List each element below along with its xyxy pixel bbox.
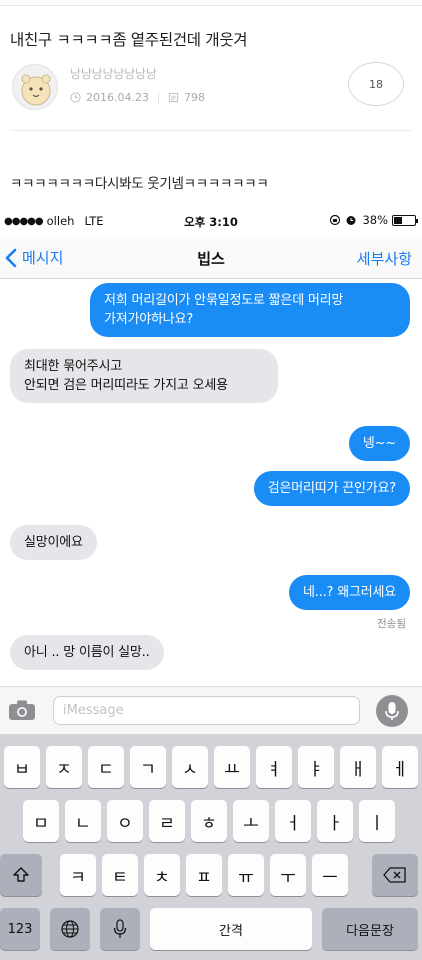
battery-icon — [392, 214, 418, 226]
key[interactable]: ㅔ — [382, 746, 418, 788]
post-body-text: ㅋㅋㅋㅋㅋㅋㅋ다시봐도 웃기넴ㅋㅋㅋㅋㅋㅋㅋ — [10, 176, 269, 192]
key[interactable]: ㅅ — [172, 746, 208, 788]
alarm-icon — [346, 216, 356, 225]
rotation-lock-icon — [330, 214, 341, 226]
key[interactable]: ㅊ — [144, 854, 180, 896]
key[interactable]: ㅎ — [191, 800, 227, 842]
battery-percent: 38% — [362, 213, 388, 227]
key[interactable]: ㅁ — [23, 800, 59, 842]
author-name[interactable]: 낭낭낭낭낭낭낭낭 — [70, 65, 157, 82]
message-text: 실망이에요 — [24, 535, 83, 550]
cartoon-avatar-icon[interactable] — [12, 64, 58, 110]
document-icon — [168, 92, 179, 103]
message-bubble-sent[interactable]: 검은머리띠가 끈인가요? — [253, 471, 410, 506]
conversation-nav-bar: 메시지 빕스 세부사항 — [0, 237, 422, 279]
key[interactable]: ㅓ — [275, 800, 311, 842]
status-right: 38% — [329, 213, 418, 227]
message-text: 안되면 검은 머리띠라도 가지고 오세용 — [24, 378, 228, 393]
key[interactable]: ㅐ — [340, 746, 376, 788]
status-bar: ●●●●● olleh LTE 오후 3:10 38% — [0, 209, 422, 233]
key[interactable]: ㅗ — [233, 800, 269, 842]
key[interactable]: ㄱ — [130, 746, 166, 788]
key[interactable]: ㅌ — [102, 854, 138, 896]
message-list: 저희 머리길이가 안묶일정도로 짧은데 머리망 가져가야하나요? 최대한 묶어주… — [0, 279, 422, 687]
next-sentence-key[interactable]: 다음문장 — [322, 908, 418, 950]
microphone-icon[interactable] — [376, 695, 408, 727]
message-text: 최대한 묶어주시고 — [24, 359, 123, 374]
message-text: 아니 .. 망 이름이 실망.. — [24, 645, 150, 660]
details-button[interactable]: 세부사항 — [357, 248, 412, 269]
globe-icon[interactable] — [50, 908, 90, 950]
key[interactable]: ㄷ — [88, 746, 124, 788]
key[interactable]: ㅠ — [228, 854, 264, 896]
messages-screenshot: ●●●●● olleh LTE 오후 3:10 38% 메시지 빕스 세부사항 … — [0, 209, 422, 960]
camera-icon[interactable] — [8, 699, 36, 721]
message-bubble-received[interactable]: 최대한 묶어주시고 안되면 검은 머리띠라도 가지고 오세용 — [10, 349, 278, 403]
author-row: 낭낭낭낭낭낭낭낭 2016.04.23 798 18 — [10, 62, 412, 116]
key[interactable]: ㄹ — [149, 800, 185, 842]
key[interactable]: ㅋ — [60, 854, 96, 896]
key[interactable]: ㅇ — [107, 800, 143, 842]
key[interactable]: ㅍ — [186, 854, 222, 896]
clock-icon — [70, 92, 81, 103]
delivered-status: 전송됨 — [377, 618, 406, 630]
message-text: 검은머리띠가 끈인가요? — [267, 481, 396, 496]
post-meta: 2016.04.23 798 — [70, 91, 205, 104]
numbers-key[interactable]: 123 — [0, 908, 40, 950]
message-text: 저희 머리길이가 안묶일정도로 짧은데 머리망 — [104, 293, 344, 308]
message-bubble-sent[interactable]: 저희 머리길이가 안묶일정도로 짧은데 머리망 가져가야하나요? — [90, 283, 410, 337]
dictation-microphone-icon[interactable] — [100, 908, 140, 950]
key[interactable]: ㅛ — [214, 746, 250, 788]
key[interactable]: ㅕ — [256, 746, 292, 788]
post-date: 2016.04.23 — [86, 91, 149, 104]
key[interactable]: ㅑ — [298, 746, 334, 788]
key[interactable]: ㅈ — [46, 746, 82, 788]
comment-count-button[interactable]: 18 — [348, 62, 404, 106]
shift-icon[interactable] — [0, 854, 42, 896]
imessage-input[interactable]: iMessage — [53, 696, 360, 725]
key[interactable]: ㅜ — [270, 854, 306, 896]
post-divider — [10, 130, 412, 131]
key[interactable]: ㅏ — [317, 800, 353, 842]
top-divider — [0, 0, 422, 6]
message-text: 네...? 왜그러세요 — [303, 585, 396, 600]
key[interactable]: ㅡ — [312, 854, 348, 896]
space-key[interactable]: 간격 — [150, 908, 312, 950]
meta-separator — [157, 92, 159, 103]
message-input-bar: iMessage — [0, 686, 422, 734]
message-bubble-received[interactable]: 아니 .. 망 이름이 실망.. — [10, 635, 164, 670]
key[interactable]: ㄴ — [65, 800, 101, 842]
korean-keyboard: ㅂ ㅈ ㄷ ㄱ ㅅ ㅛ ㅕ ㅑ ㅐ ㅔ ㅁ ㄴ ㅇ ㄹ ㅎ ㅗ ㅓ ㅏ ㅣ ㅋ … — [0, 734, 422, 960]
key[interactable]: ㅂ — [4, 746, 40, 788]
backspace-icon[interactable] — [372, 854, 418, 896]
view-count: 798 — [183, 91, 205, 104]
post-title[interactable]: 내친구 ㅋㅋㅋㅋ좀 옅주된건데 개웃겨 — [10, 28, 248, 50]
message-bubble-received[interactable]: 실망이에요 — [10, 525, 97, 560]
message-bubble-sent[interactable]: 넹~~ — [348, 426, 410, 461]
message-bubble-sent[interactable]: 네...? 왜그러세요 — [289, 575, 410, 610]
key[interactable]: ㅣ — [359, 800, 395, 842]
message-text: 가져가야하나요? — [104, 312, 194, 327]
message-text: 넹~~ — [362, 436, 396, 451]
